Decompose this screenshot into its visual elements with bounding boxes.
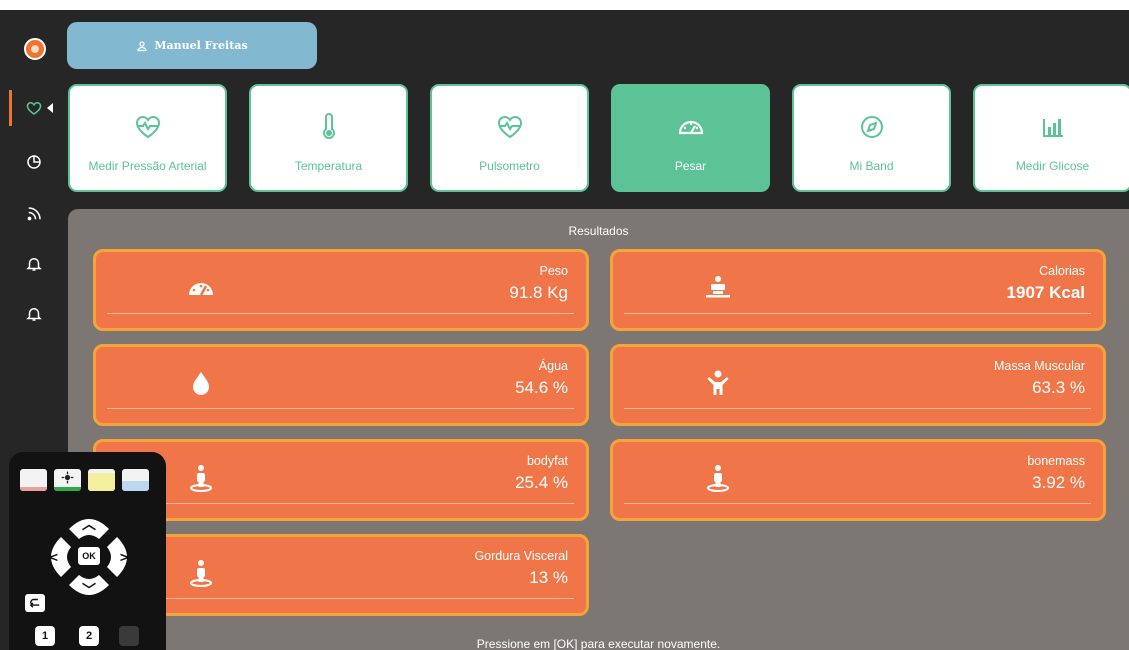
result-tile-water: Água 54.6 %	[93, 344, 589, 426]
right-arrow-button[interactable]: >	[115, 548, 133, 566]
app-window: Manuel Freitas Medir Pressão Arterial Te…	[0, 10, 1129, 650]
result-value: 3.92 %	[1032, 473, 1085, 492]
scale-person-icon	[701, 271, 735, 305]
result-label: Gordura Visceral	[474, 549, 568, 563]
left-arrow-button[interactable]: <	[45, 548, 63, 566]
measure-label: Mi Band	[849, 159, 894, 173]
divider	[107, 313, 574, 314]
key-2-button[interactable]: 2	[79, 626, 99, 646]
blue-button[interactable]	[122, 469, 149, 491]
remote-control: ︿ ﹀ < > OK 1 2	[9, 452, 166, 650]
result-value: 25.4 %	[515, 473, 568, 492]
child-icon	[701, 366, 735, 400]
measure-miband-button[interactable]: Mi Band	[792, 84, 951, 192]
dpad: ︿ ﹀ < > OK	[39, 509, 139, 605]
result-tile-visceral-fat: Gordura Visceral 13 %	[93, 534, 589, 616]
measure-glucose-button[interactable]: Medir Glicose	[973, 84, 1129, 192]
return-icon	[29, 598, 40, 608]
person-pin-icon	[184, 461, 218, 495]
results-panel: Resultados Peso 91.8 Kg Calorias 1907 Kc…	[68, 209, 1129, 650]
measure-label: Medir Glicose	[1015, 159, 1090, 173]
divider	[107, 598, 574, 599]
back-button[interactable]	[25, 594, 45, 612]
heart-icon[interactable]	[22, 96, 46, 120]
bar-chart-icon	[1038, 112, 1068, 142]
measure-label: Pesar	[674, 159, 707, 173]
bell-icon[interactable]	[22, 302, 46, 326]
history-icon[interactable]	[22, 150, 46, 174]
result-tile-bodyfat: bodyfat 25.4 %	[93, 439, 589, 521]
thermometer-icon	[314, 112, 344, 142]
measure-label: Medir Pressão Arterial	[88, 159, 207, 173]
result-tile-weight: Peso 91.8 Kg	[93, 249, 589, 331]
heart-pulse-icon	[133, 112, 163, 142]
result-label: Peso	[539, 264, 569, 278]
measure-pulse-button[interactable]: Pulsometro	[430, 84, 589, 192]
gear-icon	[61, 471, 74, 484]
divider	[624, 503, 1091, 504]
app-logo	[24, 38, 46, 60]
gauge-icon	[676, 112, 706, 142]
measure-temperature-button[interactable]: Temperatura	[249, 84, 408, 192]
measure-label: Pulsometro	[479, 159, 540, 173]
settings-button[interactable]	[54, 469, 81, 491]
measure-blood-pressure-button[interactable]: Medir Pressão Arterial	[68, 84, 227, 192]
user-icon	[137, 40, 148, 51]
result-label: Calorias	[1039, 264, 1085, 278]
result-value: 63.3 %	[1032, 378, 1085, 397]
yellow-button[interactable]	[88, 469, 115, 491]
active-caret-icon	[47, 103, 53, 113]
key-1-button[interactable]: 1	[35, 626, 55, 646]
result-value: 13 %	[529, 568, 568, 587]
rss-icon[interactable]	[22, 202, 46, 226]
result-label: Massa Muscular	[994, 359, 1085, 373]
bell-icon[interactable]	[22, 252, 46, 276]
measure-label: Temperatura	[294, 159, 363, 173]
down-arrow-button[interactable]: ﹀	[79, 581, 99, 599]
result-tile-bonemass: bonemass 3.92 %	[610, 439, 1106, 521]
ok-button[interactable]: OK	[76, 545, 102, 567]
key-blank-button[interactable]	[119, 626, 139, 646]
water-drop-icon	[184, 366, 218, 400]
heart-pulse-icon	[495, 112, 525, 142]
result-label: bonemass	[1027, 454, 1085, 468]
divider	[107, 408, 574, 409]
result-value: 91.8 Kg	[509, 283, 568, 302]
result-value: 1907 Kcal	[1006, 283, 1085, 302]
person-pin-icon	[701, 461, 735, 495]
gauge-icon	[184, 271, 218, 305]
result-tile-calories: Calorias 1907 Kcal	[610, 249, 1106, 331]
user-name: Manuel Freitas	[154, 39, 248, 52]
divider	[107, 503, 574, 504]
person-pin-icon	[184, 556, 218, 590]
results-title: Resultados	[568, 224, 629, 238]
red-button[interactable]	[20, 469, 47, 491]
result-label: bodyfat	[526, 454, 568, 468]
footer-hint: Pressione em [OK] para executar novament…	[476, 637, 721, 650]
user-tab[interactable]: Manuel Freitas	[67, 22, 317, 69]
divider	[624, 408, 1091, 409]
result-value: 54.6 %	[515, 378, 568, 397]
measure-weigh-button[interactable]: Pesar	[611, 84, 770, 192]
divider	[624, 313, 1091, 314]
result-tile-muscle: Massa Muscular 63.3 %	[610, 344, 1106, 426]
up-arrow-button[interactable]: ︿	[79, 515, 99, 533]
sidebar-active-indicator	[9, 90, 12, 126]
result-label: Água	[538, 359, 568, 373]
compass-icon	[857, 112, 887, 142]
